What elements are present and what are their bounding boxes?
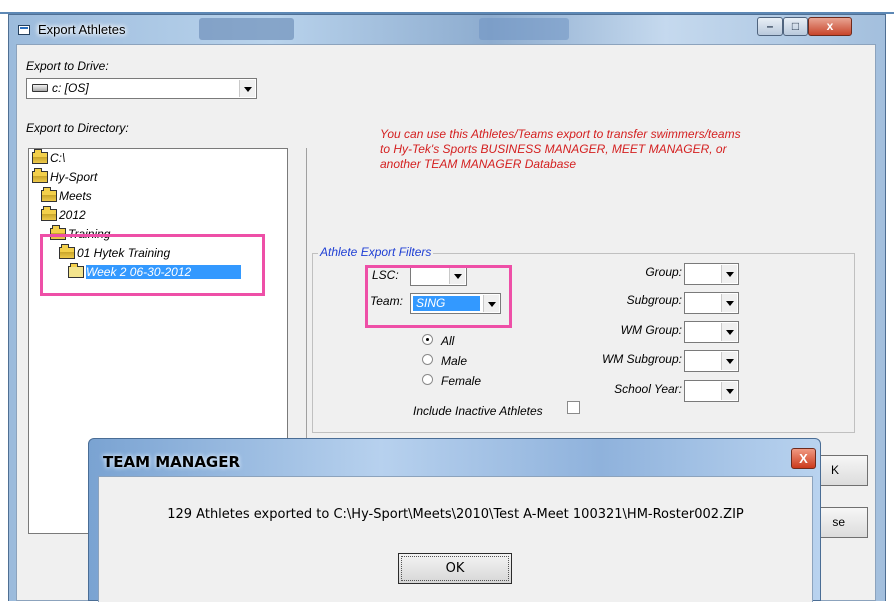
school-year-select[interactable] (684, 380, 739, 402)
folder-open-icon (32, 168, 48, 183)
school-year-label: School Year: (614, 382, 682, 396)
gender-all-label: All (441, 334, 455, 348)
folder-icon (68, 263, 84, 278)
chevron-down-icon[interactable] (449, 268, 465, 284)
drive-icon (32, 84, 48, 92)
directory-item-label: Week 2 06-30-2012 (86, 265, 242, 279)
export-to-drive-label: Export to Drive: (26, 59, 109, 73)
info-text: You can use this Athletes/Teams export t… (380, 127, 840, 172)
wm-group-select[interactable] (684, 321, 739, 343)
gender-all-radio[interactable] (422, 334, 433, 345)
folder-open-icon (41, 206, 57, 221)
message-ok-button[interactable]: OK (398, 553, 512, 584)
lsc-select[interactable] (410, 266, 467, 286)
close-button[interactable]: x (808, 17, 852, 36)
message-ok-label: OK (445, 561, 465, 576)
minimize-button[interactable]: – (757, 17, 783, 36)
app-window-icon (18, 25, 30, 35)
directory-item-label: Training (68, 227, 111, 241)
export-to-directory-label: Export to Directory: (26, 121, 129, 135)
info-text-line: to Hy-Tek's Sports BUSINESS MANAGER, MEE… (380, 142, 727, 156)
folder-open-icon (50, 225, 66, 240)
title-bar[interactable]: Export Athletes – □ x (9, 15, 885, 45)
include-inactive-label: Include Inactive Athletes (413, 404, 543, 418)
include-inactive-checkbox[interactable] (567, 401, 580, 414)
directory-item-label: 2012 (59, 208, 86, 222)
title-bar-decoration (199, 18, 294, 40)
group-select[interactable] (684, 263, 739, 285)
group-label: Group: (645, 265, 682, 279)
chevron-down-icon[interactable] (721, 323, 737, 341)
wm-subgroup-select[interactable] (684, 350, 739, 372)
folder-open-icon (59, 244, 75, 259)
drive-select[interactable]: c: [OS] (26, 78, 257, 99)
directory-item-label: C:\ (50, 151, 66, 165)
chevron-down-icon[interactable] (721, 294, 737, 312)
team-manager-message-box: TEAM MANAGER X 129 Athletes exported to … (88, 438, 821, 602)
info-text-line: another TEAM MANAGER Database (380, 157, 577, 171)
close-icon[interactable]: X (791, 448, 816, 469)
folder-open-icon (41, 187, 57, 202)
gender-female-radio[interactable] (422, 374, 433, 385)
wm-group-label: WM Group: (620, 323, 682, 337)
maximize-button[interactable]: □ (783, 17, 808, 36)
info-text-line: You can use this Athletes/Teams export t… (380, 127, 741, 141)
message-box-body: 129 Athletes exported to C:\Hy-Sport\Mee… (98, 476, 813, 602)
gender-female-label: Female (441, 374, 482, 388)
drive-select-value: c: [OS] (52, 81, 89, 95)
subgroup-select[interactable] (684, 292, 739, 314)
subgroup-label: Subgroup: (626, 293, 682, 307)
directory-item-label: 01 Hytek Training (77, 246, 171, 260)
directory-item-label: Hy-Sport (50, 170, 98, 184)
team-label: Team: (370, 294, 403, 308)
message-text: 129 Athletes exported to C:\Hy-Sport\Mee… (167, 507, 744, 522)
chevron-down-icon[interactable] (721, 352, 737, 370)
gender-male-radio[interactable] (422, 354, 433, 365)
team-select-value: SING (413, 296, 480, 311)
lsc-label: LSC: (372, 268, 399, 282)
chevron-down-icon[interactable] (239, 80, 255, 97)
chevron-down-icon[interactable] (721, 382, 737, 400)
gender-male-label: Male (441, 354, 468, 368)
team-select[interactable]: SING (410, 293, 501, 314)
background-window-edge (0, 0, 894, 14)
chevron-down-icon[interactable] (721, 265, 737, 283)
folder-open-icon (32, 149, 48, 164)
message-box-title: TEAM MANAGER (103, 453, 241, 471)
title-bar-decoration (479, 18, 569, 40)
wm-subgroup-label: WM Subgroup: (601, 352, 682, 366)
directory-item-label: Meets (59, 189, 92, 203)
chevron-down-icon[interactable] (483, 295, 499, 312)
filters-legend: Athlete Export Filters (318, 245, 434, 259)
window-title: Export Athletes (38, 22, 126, 37)
